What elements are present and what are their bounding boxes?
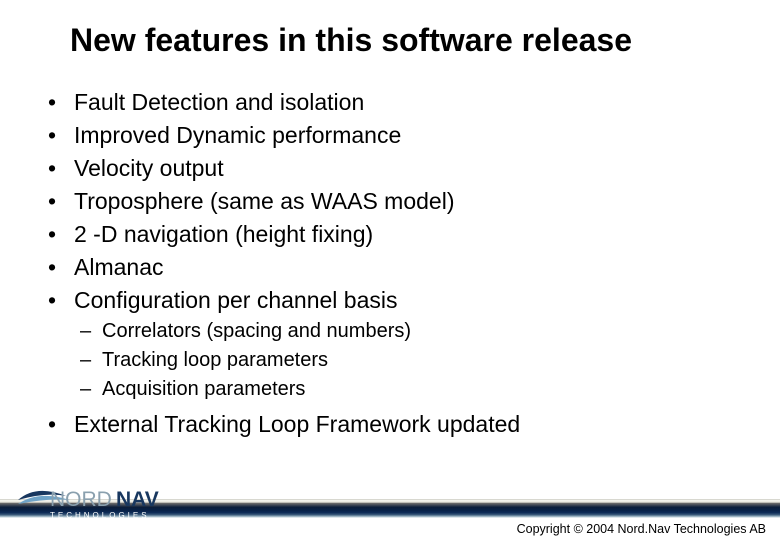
sub-bullet-list: Correlators (spacing and numbers) Tracki… bbox=[44, 318, 780, 403]
sub-bullet-item: Acquisition parameters bbox=[80, 376, 780, 403]
bullet-item: Fault Detection and isolation bbox=[44, 87, 780, 118]
bullet-list-2: External Tracking Loop Framework updated bbox=[44, 409, 780, 440]
logo-text-nord: NORD bbox=[50, 488, 112, 511]
copyright-text: Copyright © 2004 Nord.Nav Technologies A… bbox=[517, 522, 766, 536]
bullet-item: Configuration per channel basis bbox=[44, 285, 780, 316]
bullet-list: Fault Detection and isolation Improved D… bbox=[44, 87, 780, 316]
logo: NORD NAV TECHNOLOGIES bbox=[16, 482, 246, 522]
logo-text-nav: NAV bbox=[116, 488, 159, 511]
bullet-item: 2 -D navigation (height fixing) bbox=[44, 219, 780, 250]
bullet-item: Troposphere (same as WAAS model) bbox=[44, 186, 780, 217]
slide: New features in this software release Fa… bbox=[0, 0, 780, 540]
sub-bullet-item: Tracking loop parameters bbox=[80, 347, 780, 374]
logo-subtext: TECHNOLOGIES bbox=[50, 511, 150, 520]
slide-title: New features in this software release bbox=[0, 0, 780, 59]
slide-content: Fault Detection and isolation Improved D… bbox=[0, 59, 780, 440]
bullet-item: Improved Dynamic performance bbox=[44, 120, 780, 151]
bullet-item: External Tracking Loop Framework updated bbox=[44, 409, 780, 440]
bullet-item: Almanac bbox=[44, 252, 780, 283]
bullet-item: Velocity output bbox=[44, 153, 780, 184]
slide-footer: NORD NAV TECHNOLOGIES Copyright © 2004 N… bbox=[0, 482, 780, 540]
sub-bullet-item: Correlators (spacing and numbers) bbox=[80, 318, 780, 345]
